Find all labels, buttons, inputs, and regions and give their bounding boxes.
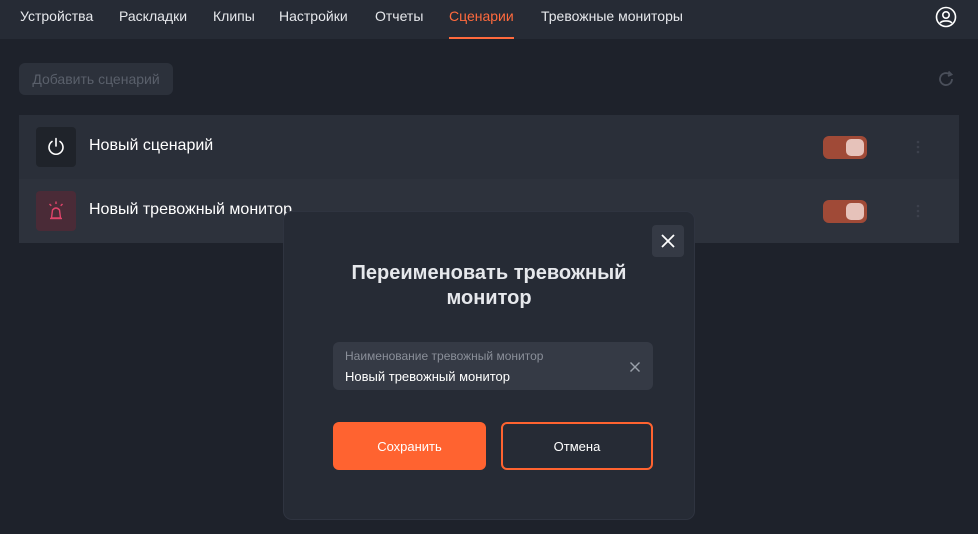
list-item[interactable]: Новый сценарий [19, 115, 959, 179]
tab-alarm-monitors[interactable]: Тревожные мониторы [541, 0, 683, 39]
rename-dialog: Переименовать тревожный монитор Наименов… [284, 212, 694, 519]
more-menu-icon[interactable] [910, 137, 926, 157]
dialog-title: Переименовать тревожный монитор [351, 262, 627, 309]
power-icon [36, 127, 76, 167]
tab-settings[interactable]: Настройки [279, 0, 348, 39]
name-field-label: Наименование тревожный монитор [345, 349, 544, 363]
top-nav: Устройства Раскладки Клипы Настройки Отч… [0, 0, 978, 39]
list-item-title: Новый сценарий [89, 137, 214, 154]
name-input[interactable] [345, 368, 615, 384]
more-menu-icon[interactable] [910, 201, 926, 221]
tab-devices[interactable]: Устройства [20, 0, 93, 39]
enable-toggle[interactable] [823, 200, 867, 223]
alarm-siren-icon [36, 191, 76, 231]
save-button[interactable]: Сохранить [333, 422, 486, 470]
clear-input-icon[interactable] [629, 360, 641, 372]
tab-scenarios[interactable]: Сценарии [449, 0, 514, 39]
close-icon[interactable] [652, 225, 684, 257]
add-scenario-button[interactable]: Добавить сценарий [19, 63, 173, 95]
tab-layouts[interactable]: Раскладки [119, 0, 187, 39]
tab-reports[interactable]: Отчеты [375, 0, 423, 39]
name-field[interactable]: Наименование тревожный монитор [333, 342, 653, 390]
tab-clips[interactable]: Клипы [213, 0, 255, 39]
refresh-icon[interactable] [936, 69, 956, 89]
enable-toggle[interactable] [823, 136, 867, 159]
cancel-button[interactable]: Отмена [501, 422, 653, 470]
user-circle-icon[interactable] [935, 6, 957, 28]
list-item-title: Новый тревожный монитор [89, 201, 293, 218]
